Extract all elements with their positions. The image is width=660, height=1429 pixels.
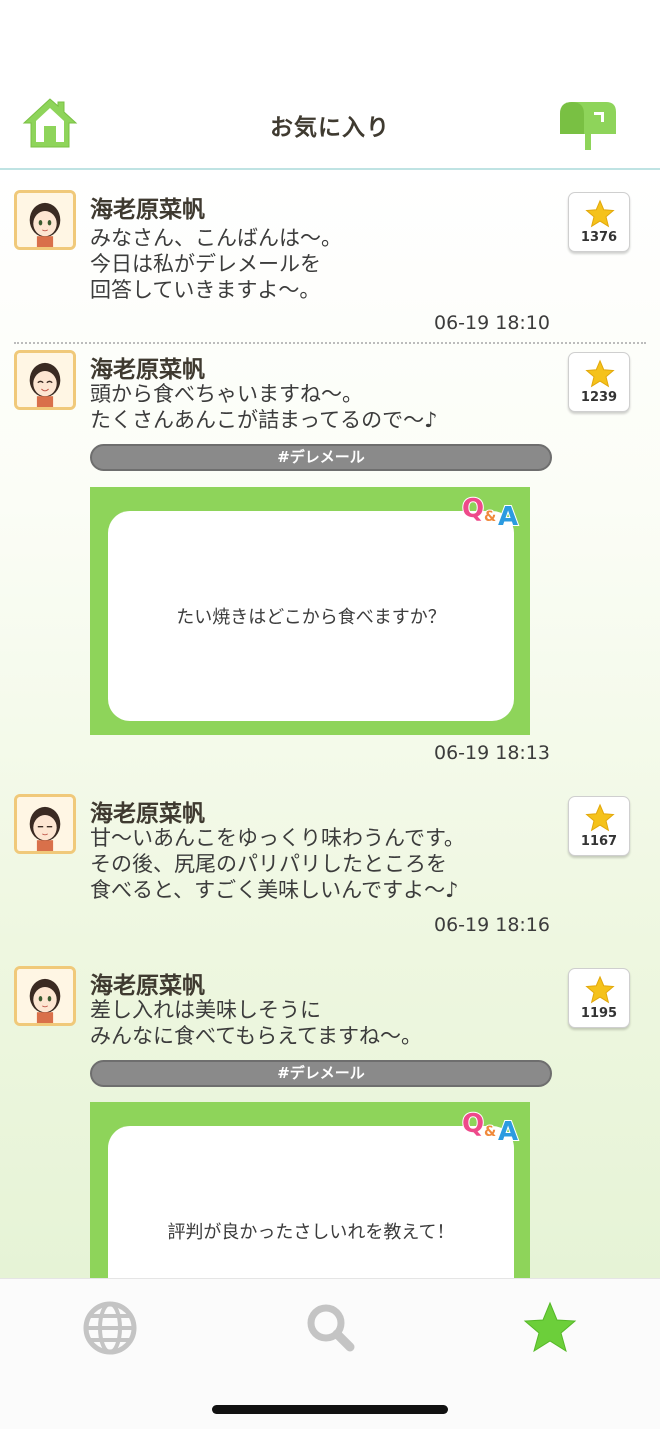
qa-question: 評判が良かったさしいれを教えて！ bbox=[167, 1222, 455, 1243]
post-text: 差し入れは美味しそうに みんなに食べてもらえてますね〜。 bbox=[90, 998, 423, 1048]
qa-card-body: 評判が良かったさしいれを教えて！ bbox=[108, 1126, 514, 1278]
header: お気に入り bbox=[0, 0, 660, 170]
svg-text:&: & bbox=[484, 509, 496, 525]
qa-badge-icon: Q & A bbox=[461, 493, 519, 529]
svg-text:Q: Q bbox=[462, 494, 484, 524]
favorite-count: 1239 bbox=[580, 390, 618, 405]
favorite-button[interactable]: 1167 bbox=[568, 796, 630, 856]
post-author: 海老原菜帆 bbox=[90, 197, 205, 223]
mailbox-icon[interactable] bbox=[558, 98, 618, 150]
post-text: 甘〜いあんこをゆっくり味わうんです。 その後、尻尾のパリパリしたところを 食べる… bbox=[90, 826, 465, 902]
post-timestamp: 06-19 18:13 bbox=[433, 742, 550, 764]
svg-text:A: A bbox=[498, 502, 518, 529]
qa-badge-icon: Q & A bbox=[461, 1108, 519, 1144]
star-icon[interactable] bbox=[522, 1301, 578, 1355]
qa-question: たい焼きはどこから食べますか？ bbox=[176, 607, 446, 628]
avatar[interactable] bbox=[14, 190, 76, 250]
avatar[interactable] bbox=[14, 794, 76, 854]
qa-card[interactable]: 評判が良かったさしいれを教えて！ Q & A bbox=[90, 1102, 530, 1278]
feed-list[interactable]: 海老原菜帆 みなさん、こんばんは〜。 今日は私がデレメールを 回答していきますよ… bbox=[0, 172, 660, 1278]
star-icon bbox=[585, 199, 615, 228]
avatar[interactable] bbox=[14, 966, 76, 1026]
post-timestamp: 06-19 18:10 bbox=[433, 312, 550, 334]
globe-icon[interactable] bbox=[82, 1301, 138, 1355]
post-text: みなさん、こんばんは〜。 今日は私がデレメールを 回答していきますよ〜。 bbox=[90, 226, 342, 302]
svg-text:&: & bbox=[484, 1124, 496, 1140]
avatar[interactable] bbox=[14, 350, 76, 410]
favorite-button[interactable]: 1195 bbox=[568, 968, 630, 1028]
post-author: 海老原菜帆 bbox=[90, 973, 205, 999]
favorite-count: 1195 bbox=[580, 1006, 618, 1021]
favorite-button[interactable]: 1376 bbox=[568, 192, 630, 252]
hashtag-pill[interactable]: #デレメール bbox=[90, 444, 552, 471]
qa-card[interactable]: たい焼きはどこから食べますか？ Q & A bbox=[90, 487, 530, 735]
post-author: 海老原菜帆 bbox=[90, 801, 205, 827]
hashtag-pill[interactable]: #デレメール bbox=[90, 1060, 552, 1087]
svg-text:Q: Q bbox=[462, 1109, 484, 1139]
favorite-count: 1376 bbox=[580, 230, 618, 245]
star-icon bbox=[585, 975, 615, 1004]
post-author: 海老原菜帆 bbox=[90, 357, 205, 383]
post-text: 頭から食べちゃいますね〜。 たくさんあんこが詰まってるので〜♪ bbox=[90, 382, 438, 432]
home-indicator bbox=[212, 1405, 448, 1414]
star-icon bbox=[585, 359, 615, 388]
divider bbox=[14, 342, 646, 344]
star-icon bbox=[585, 803, 615, 832]
post-timestamp: 06-19 18:16 bbox=[433, 914, 550, 936]
search-icon[interactable] bbox=[302, 1301, 358, 1355]
favorite-count: 1167 bbox=[580, 834, 618, 849]
favorite-button[interactable]: 1239 bbox=[568, 352, 630, 412]
qa-card-body: たい焼きはどこから食べますか？ bbox=[108, 511, 514, 721]
svg-text:A: A bbox=[498, 1117, 518, 1144]
